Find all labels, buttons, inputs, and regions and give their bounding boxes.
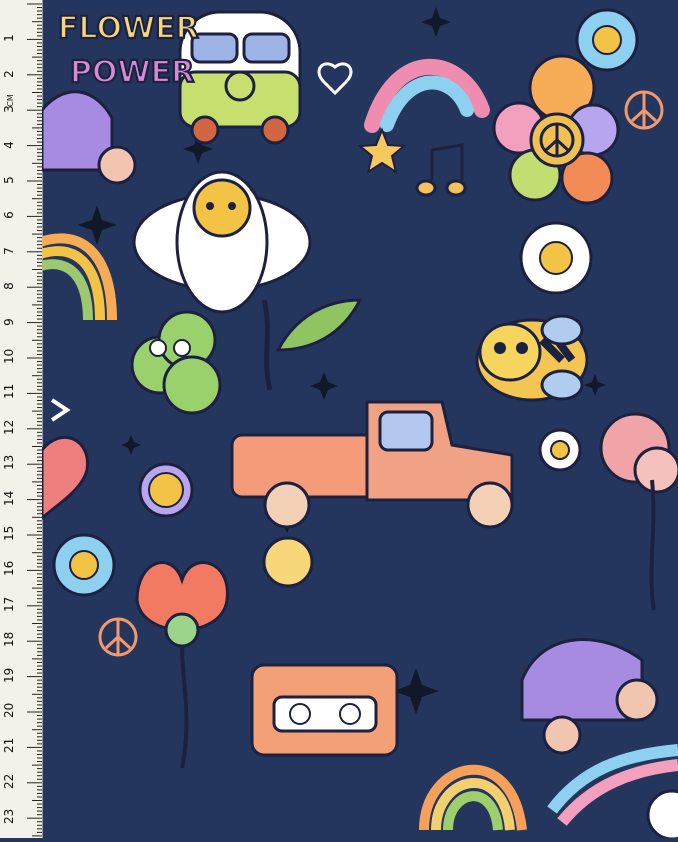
pink-rose (599, 412, 678, 611)
peace-flower (492, 54, 620, 205)
van-illustration (178, 10, 302, 145)
ruler-number: 12 (2, 419, 16, 435)
ruler-number: 17 (2, 596, 16, 612)
tulip-face (135, 561, 229, 769)
purple-scooter (520, 638, 659, 755)
ruler-number: 14 (2, 490, 16, 506)
cassette-tape (250, 663, 399, 757)
ruler-number: 16 (2, 561, 16, 577)
pink-truck (230, 400, 514, 529)
ruler-number: 2 (2, 69, 16, 78)
ruler-number: 23 (2, 808, 16, 825)
rainbow-bottom (419, 765, 527, 831)
ruler-number: 10 (2, 348, 16, 364)
ruler-number: 1 (2, 34, 16, 43)
pattern-svg (42, 7, 678, 838)
purple-scooter-top (42, 90, 137, 185)
ruler-number: 8 (2, 282, 16, 291)
clover-character (130, 310, 222, 415)
ruler-number: 7 (2, 246, 16, 255)
ruler-number: 22 (2, 773, 16, 789)
measurement-ruler: CM 1 2 3 4 5 6 7 8 9 10 11 12 13 14 15 16 17 18 19 20 21 22 23 (0, 0, 43, 840)
pink-heart (42, 436, 89, 520)
ruler-number: 3 (2, 105, 16, 114)
ruler-number: 5 (2, 176, 16, 184)
ruler-number: 21 (2, 738, 16, 754)
ruler-number: 15 (2, 525, 16, 541)
rainbow-comet (357, 58, 490, 175)
ruler-number: 19 (2, 667, 16, 683)
ruler-number: 13 (2, 454, 16, 471)
ruler-number: 6 (2, 211, 16, 220)
ruler-number: 4 (2, 140, 16, 149)
bee-illustration (475, 314, 589, 402)
fabric-preview: CM 1 2 3 4 5 6 7 8 9 10 11 12 13 14 15 16 17 18 19 20 21 22 23 (0, 0, 678, 840)
pattern-artwork: FLOWER POWER (42, 0, 678, 838)
ruler-number: 20 (2, 702, 16, 718)
heart-outline (317, 62, 353, 96)
ruler-number: 9 (2, 317, 16, 326)
rainbow-left (42, 233, 117, 321)
ruler-number: 18 (2, 631, 16, 648)
ruler-number: 11 (2, 384, 16, 400)
